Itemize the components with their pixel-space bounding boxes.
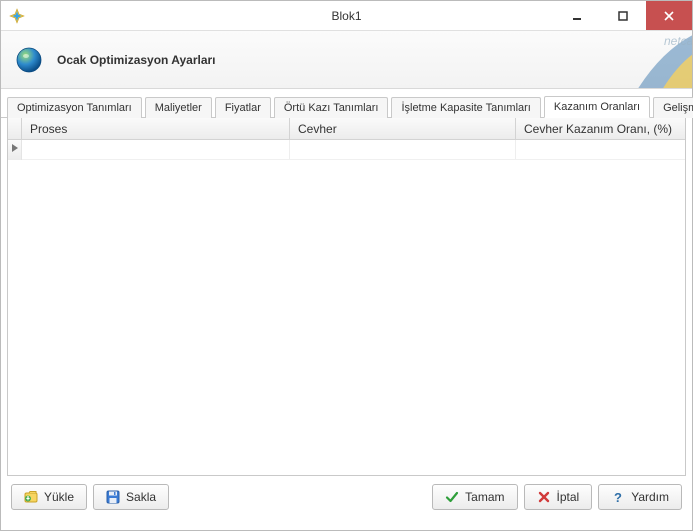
tab-isletme-kapasite-tanimlari[interactable]: İşletme Kapasite Tanımları [391, 97, 540, 118]
page-header: Ocak Optimizasyon Ayarları netcad [1, 31, 692, 89]
close-button[interactable] [646, 1, 692, 30]
page-title: Ocak Optimizasyon Ayarları [57, 53, 216, 67]
tab-fiyatlar[interactable]: Fiyatlar [215, 97, 271, 118]
titlebar: Blok1 [1, 1, 692, 31]
tab-label: İşletme Kapasite Tanımları [401, 102, 530, 114]
row-indicator-icon [8, 140, 22, 160]
globe-icon [15, 46, 43, 74]
column-header-label: Proses [30, 122, 67, 136]
cell-proses[interactable] [22, 140, 290, 159]
data-grid[interactable]: Proses Cevher Cevher Kazanım Oranı, (%) [7, 118, 686, 476]
save-icon [106, 490, 120, 504]
column-header-cevher[interactable]: Cevher [290, 118, 516, 139]
tab-ortu-kazi-tanimlari[interactable]: Örtü Kazı Tanımları [274, 97, 389, 118]
brand-graphic: netcad [624, 31, 692, 89]
footer-bar: Yükle Sakla Tamam İptal [1, 476, 692, 518]
column-header-label: Cevher Kazanım Oranı, (%) [524, 122, 672, 136]
table-row[interactable] [22, 140, 685, 160]
svg-text:netcad: netcad [664, 34, 692, 48]
button-label: Tamam [465, 490, 504, 504]
tab-bar: Optimizasyon Tanımları Maliyetler Fiyatl… [1, 89, 692, 118]
question-icon: ? [611, 490, 625, 504]
grid-header-row: Proses Cevher Cevher Kazanım Oranı, (%) [8, 118, 685, 140]
load-icon [24, 490, 38, 504]
button-label: İptal [557, 490, 580, 504]
button-label: Yardım [631, 490, 669, 504]
button-label: Sakla [126, 490, 156, 504]
window-controls [554, 1, 692, 30]
app-icon [9, 8, 25, 24]
tab-optimizasyon-tanimlari[interactable]: Optimizasyon Tanımları [7, 97, 142, 118]
load-button[interactable]: Yükle [11, 484, 87, 510]
tab-maliyetler[interactable]: Maliyetler [145, 97, 212, 118]
tab-gelismis-ayarlar[interactable]: Gelişmiş Ayarlar [653, 97, 693, 118]
maximize-button[interactable] [600, 1, 646, 30]
column-header-label: Cevher [298, 122, 337, 136]
tab-label: Optimizasyon Tanımları [17, 102, 132, 114]
help-button[interactable]: ? Yardım [598, 484, 682, 510]
minimize-button[interactable] [554, 1, 600, 30]
tab-label: Kazanım Oranları [554, 101, 640, 113]
cell-cevher[interactable] [290, 140, 516, 159]
tab-label: Maliyetler [155, 102, 202, 114]
cell-kazanim-orani[interactable] [516, 140, 685, 159]
cancel-button[interactable]: İptal [524, 484, 593, 510]
svg-text:?: ? [614, 490, 622, 504]
grid-cells[interactable] [22, 140, 685, 475]
save-button[interactable]: Sakla [93, 484, 169, 510]
tab-label: Fiyatlar [225, 102, 261, 114]
tab-label: Örtü Kazı Tanımları [284, 102, 379, 114]
grid-header-gutter [8, 118, 22, 139]
check-icon [445, 490, 459, 504]
ok-button[interactable]: Tamam [432, 484, 517, 510]
tab-kazanim-oranlari[interactable]: Kazanım Oranları [544, 96, 650, 118]
tab-label: Gelişmiş Ayarlar [663, 102, 693, 114]
column-header-proses[interactable]: Proses [22, 118, 290, 139]
grid-body [8, 140, 685, 475]
cancel-icon [537, 490, 551, 504]
column-header-kazanim-orani[interactable]: Cevher Kazanım Oranı, (%) [516, 118, 685, 139]
button-label: Yükle [44, 490, 74, 504]
